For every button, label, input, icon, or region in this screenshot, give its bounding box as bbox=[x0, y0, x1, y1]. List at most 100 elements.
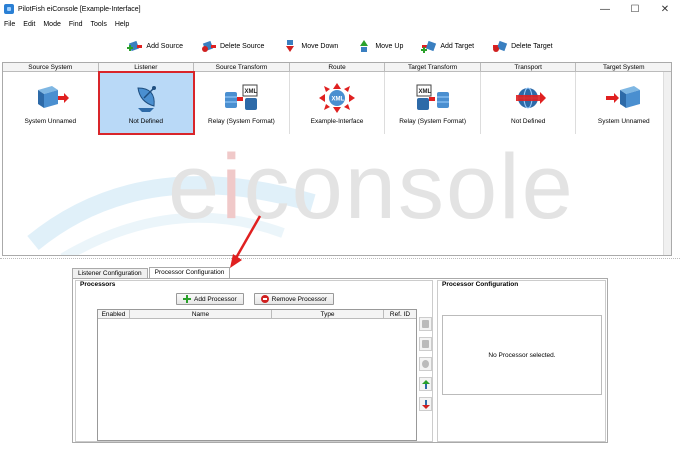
menu-help[interactable]: Help bbox=[115, 21, 129, 28]
menu-tools[interactable]: Tools bbox=[90, 21, 106, 28]
processor-buttons: Add Processor Remove Processor bbox=[176, 293, 334, 305]
table-header: Enabled Name Type Ref. ID bbox=[98, 310, 416, 319]
split-divider[interactable] bbox=[0, 258, 680, 261]
info-icon bbox=[422, 360, 429, 368]
menu-bar: File Edit Mode Find Tools Help bbox=[0, 18, 680, 30]
annotation-arrow-icon bbox=[230, 215, 262, 268]
minimize-button[interactable]: — bbox=[590, 0, 620, 18]
toolbar: Add Source Delete Source Move Down Move … bbox=[0, 34, 680, 58]
system-icon bbox=[605, 85, 640, 108]
add-target-button[interactable]: Add Target bbox=[418, 36, 477, 56]
xml-relay-icon: XML bbox=[416, 84, 449, 110]
header-target-transform: Target Transform bbox=[385, 63, 481, 71]
remove-icon bbox=[260, 295, 269, 303]
stage-label: System Unnamed bbox=[24, 117, 77, 125]
stage-source-system[interactable]: System Unnamed bbox=[3, 72, 99, 134]
copy-processor-button[interactable] bbox=[419, 317, 432, 331]
move-down-button[interactable]: Move Down bbox=[279, 36, 341, 56]
add-target-icon bbox=[421, 40, 437, 53]
move-down-icon bbox=[286, 40, 295, 52]
move-up-button[interactable]: Move Up bbox=[353, 36, 406, 56]
move-processor-down-button[interactable] bbox=[419, 397, 432, 411]
stages-scrollbar[interactable] bbox=[663, 72, 671, 255]
header-route: Route bbox=[289, 63, 386, 71]
stage-label: Not Defined bbox=[128, 117, 164, 125]
stage-headers: Source System Listener Source Transform … bbox=[3, 63, 671, 72]
stage-label: System Unnamed bbox=[597, 117, 650, 125]
listener-dish-icon bbox=[137, 85, 156, 112]
processor-configuration-area: No Processor selected. bbox=[442, 315, 602, 395]
stage-source-transform[interactable]: XML Relay (System Format) bbox=[194, 72, 290, 134]
header-source-transform: Source Transform bbox=[194, 63, 290, 71]
delete-source-label: Delete Source bbox=[220, 42, 265, 50]
move-down-label: Move Down bbox=[301, 42, 339, 50]
window-title: PilotFish eiConsole [Example-Interface] bbox=[18, 5, 141, 13]
paste-icon bbox=[422, 340, 429, 348]
close-button[interactable]: ✕ bbox=[650, 0, 680, 18]
copy-icon bbox=[422, 320, 429, 328]
route-xml-icon: XML bbox=[319, 82, 356, 113]
stage-transport[interactable]: Not Defined bbox=[481, 72, 577, 134]
arrow-up-icon bbox=[421, 379, 430, 389]
header-source-system: Source System bbox=[3, 63, 99, 71]
watermark-e: e bbox=[168, 136, 222, 238]
app-logo-icon bbox=[4, 4, 14, 14]
col-enabled[interactable]: Enabled bbox=[98, 310, 130, 318]
stage-route[interactable]: XML Example-Interface bbox=[290, 72, 386, 134]
processors-table[interactable]: Enabled Name Type Ref. ID bbox=[97, 309, 417, 441]
add-processor-label: Add Processor bbox=[194, 295, 237, 303]
col-name[interactable]: Name bbox=[130, 310, 272, 318]
add-source-icon bbox=[127, 40, 143, 52]
delete-target-button[interactable]: Delete Target bbox=[489, 36, 556, 56]
add-target-label: Add Target bbox=[440, 42, 475, 50]
move-up-label: Move Up bbox=[375, 42, 404, 50]
plus-icon bbox=[183, 295, 191, 303]
processor-panel: Processors Add Processor Remove Processo… bbox=[72, 278, 608, 443]
svg-text:XML: XML bbox=[245, 89, 258, 95]
processors-title: Processors bbox=[79, 281, 117, 288]
stage-target-transform[interactable]: XML Relay (System Format) bbox=[385, 72, 481, 134]
window-controls: — ☐ ✕ bbox=[590, 0, 680, 18]
header-transport: Transport bbox=[480, 63, 577, 71]
stages-panel: eiconsole Source System Listener Source … bbox=[2, 62, 672, 256]
header-target-system: Target System bbox=[576, 63, 671, 71]
stage-label: Relay (System Format) bbox=[399, 117, 467, 125]
stage-label: Example-Interface bbox=[310, 117, 364, 125]
menu-file[interactable]: File bbox=[4, 21, 15, 28]
stage-row: System Unnamed Not Defined XML Relay (Sy… bbox=[3, 71, 671, 135]
svg-text:XML: XML bbox=[418, 89, 431, 95]
info-processor-button[interactable] bbox=[419, 357, 432, 371]
processor-configuration-group: Processor Configuration No Processor sel… bbox=[437, 280, 606, 442]
system-icon bbox=[38, 85, 70, 108]
remove-processor-button[interactable]: Remove Processor bbox=[253, 293, 334, 305]
transport-globe-icon bbox=[516, 87, 547, 108]
header-listener: Listener bbox=[98, 63, 195, 71]
stage-label: Not Defined bbox=[511, 117, 546, 125]
arrow-down-icon bbox=[421, 399, 430, 409]
menu-find[interactable]: Find bbox=[69, 21, 83, 28]
remove-processor-label: Remove Processor bbox=[271, 295, 327, 303]
move-processor-up-button[interactable] bbox=[419, 377, 432, 391]
menu-edit[interactable]: Edit bbox=[23, 21, 35, 28]
move-up-icon bbox=[360, 40, 369, 52]
delete-source-icon bbox=[202, 40, 216, 52]
add-processor-button[interactable]: Add Processor bbox=[176, 293, 244, 305]
paste-processor-button[interactable] bbox=[419, 337, 432, 351]
col-ref-id[interactable]: Ref. ID bbox=[384, 310, 416, 318]
watermark-console: console bbox=[243, 136, 575, 238]
add-source-label: Add Source bbox=[146, 42, 183, 50]
processors-group: Processors Add Processor Remove Processo… bbox=[75, 280, 433, 442]
processor-side-buttons bbox=[419, 317, 432, 411]
delete-source-button[interactable]: Delete Source bbox=[198, 36, 267, 56]
menu-mode[interactable]: Mode bbox=[43, 21, 61, 28]
maximize-button[interactable]: ☐ bbox=[620, 0, 650, 18]
svg-text:XML: XML bbox=[332, 96, 345, 102]
add-source-button[interactable]: Add Source bbox=[124, 36, 186, 56]
stage-label: Relay (System Format) bbox=[208, 117, 275, 125]
col-type[interactable]: Type bbox=[272, 310, 384, 318]
delete-target-icon bbox=[493, 40, 508, 52]
stage-listener[interactable]: Not Defined bbox=[97, 71, 196, 135]
empty-message: No Processor selected. bbox=[488, 351, 556, 359]
stage-target-system[interactable]: System Unnamed bbox=[576, 72, 671, 134]
processor-configuration-title: Processor Configuration bbox=[441, 281, 520, 288]
